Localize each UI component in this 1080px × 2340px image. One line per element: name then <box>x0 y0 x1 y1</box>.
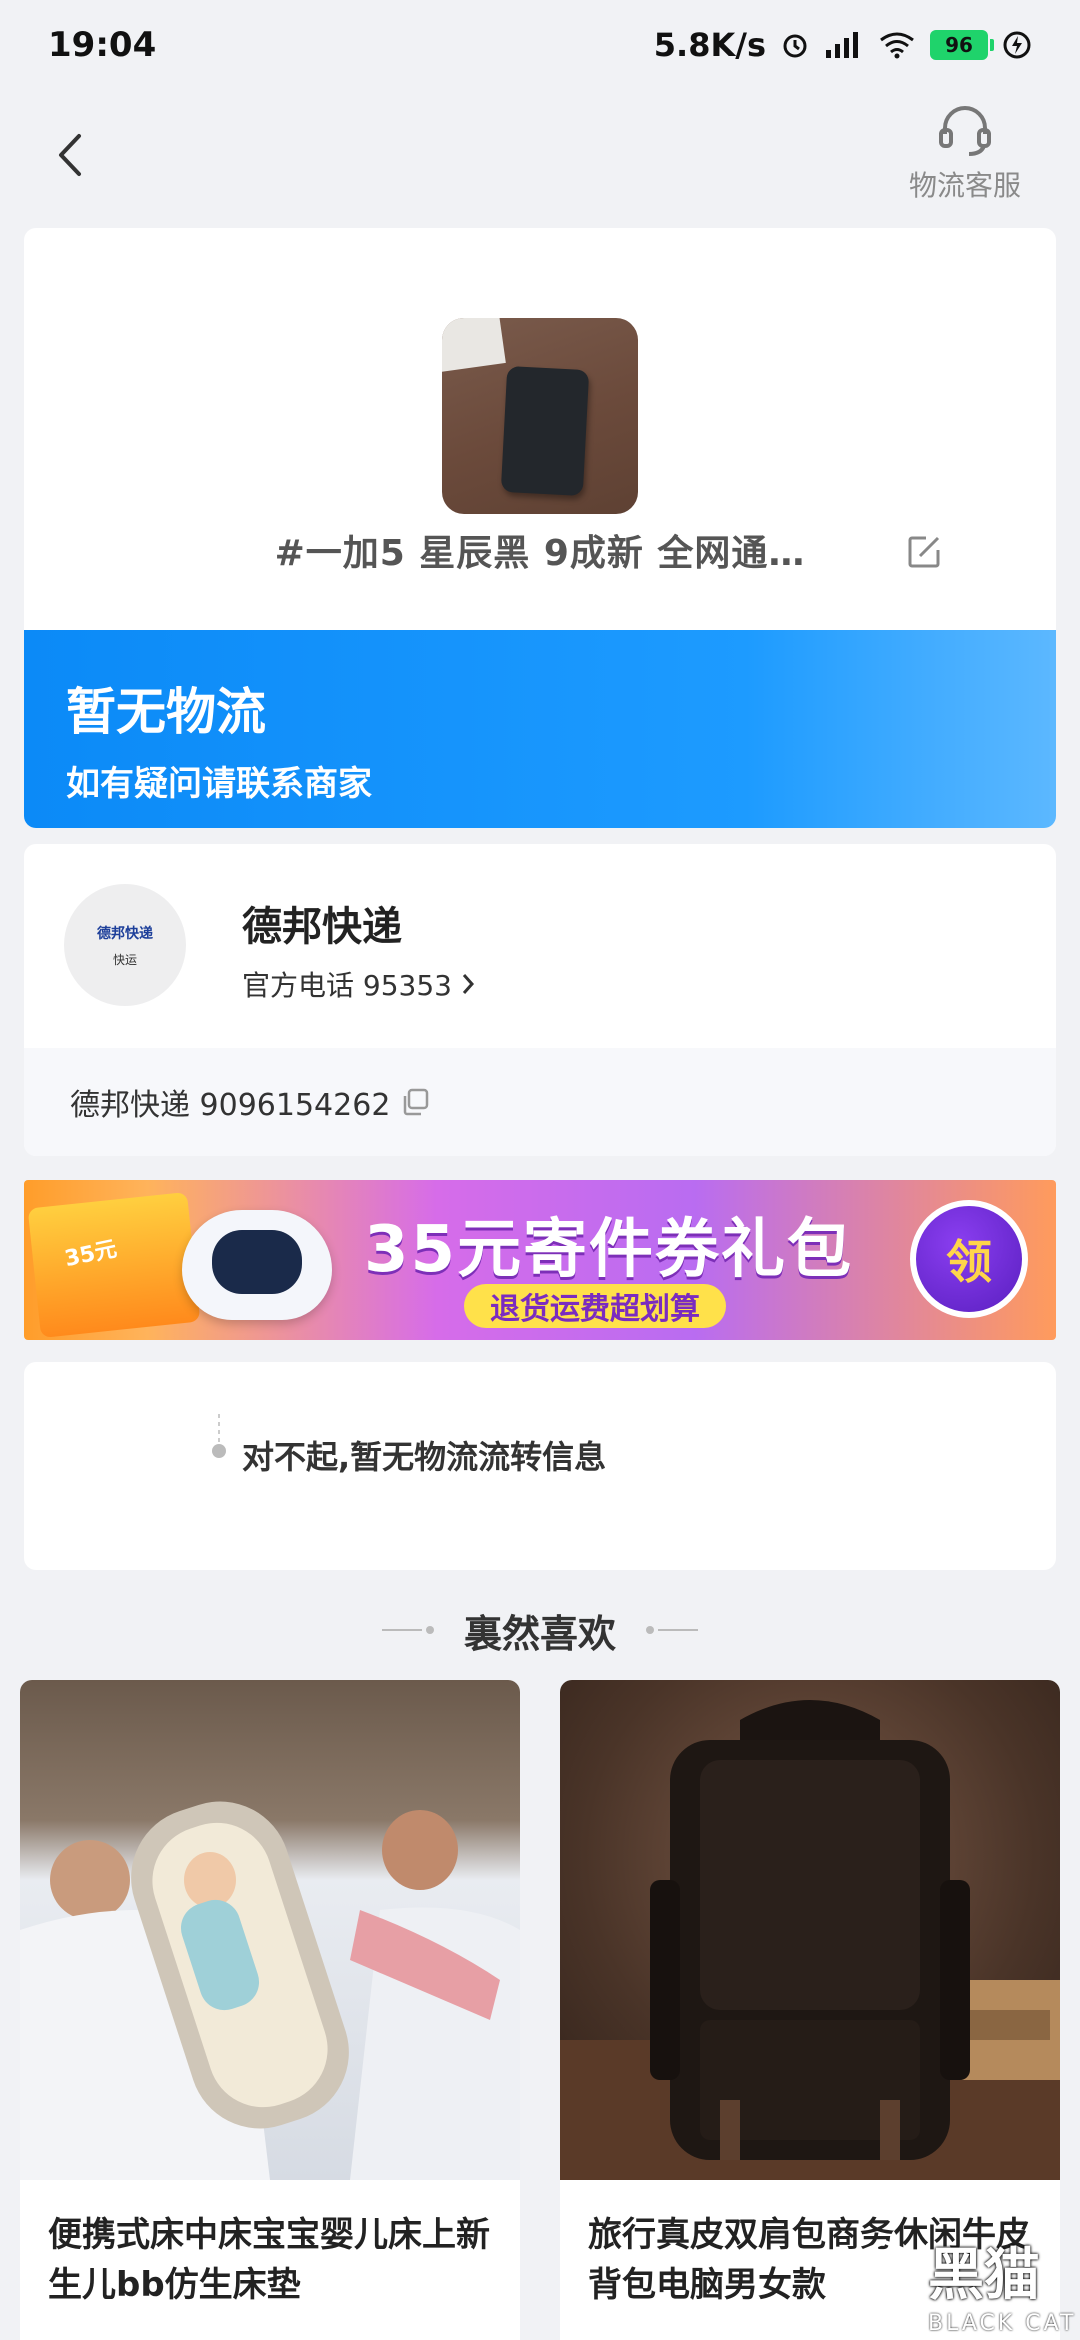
status-time: 19:04 <box>48 25 157 65</box>
signal-icon <box>826 32 858 58</box>
courier-card: 德邦快递 快运 德邦快递 官方电话 95353 德邦快递 9096154262 <box>24 844 1056 1156</box>
chevron-left-icon <box>59 134 81 176</box>
gift-box-graphic <box>27 1191 201 1339</box>
heading-decoration-left <box>381 1626 438 1634</box>
product-image <box>20 1680 520 2180</box>
product-title: 便携式床中床宝宝婴儿床上新生儿bb仿生床垫 <box>48 2215 490 2305</box>
thumb-phone <box>500 365 590 497</box>
courier-phone-label: 官方电话 95353 <box>242 969 452 1002</box>
recommend-title: 裏然喜欢 <box>463 1611 616 1656</box>
promo-title: 35元寄件券礼包 <box>364 1213 854 1287</box>
status-icons: 5.8K/s 96 <box>654 26 1032 64</box>
headset-icon <box>939 106 991 156</box>
robot-face <box>212 1230 302 1294</box>
heading-decoration-right <box>642 1626 698 1634</box>
courier-phone-link[interactable]: 官方电话 95353 <box>242 964 476 1004</box>
claim-button[interactable]: 领 <box>910 1200 1028 1318</box>
edit-icon[interactable] <box>904 532 944 572</box>
recommend-product-card[interactable]: 便携式床中床宝宝婴儿床上新生儿bb仿生床垫 <box>20 1680 520 2340</box>
wifi-icon <box>880 32 914 59</box>
timeline-dot <box>212 1444 226 1458</box>
watermark-text-block: 黑猫 BLACK CAT <box>928 2230 1076 2336</box>
watermark-sub: BLACK CAT <box>928 2311 1077 2336</box>
tracking-number-row: 德邦快递 9096154262 <box>24 1048 1056 1156</box>
logo-sub: 快运 <box>112 952 137 967</box>
product-thumbnail[interactable] <box>442 318 638 514</box>
courier-logo: 德邦快递 快运 <box>64 884 186 1006</box>
status-title: 暂无物流 <box>66 683 266 741</box>
courier-name: 德邦快递 <box>242 904 402 950</box>
back-button[interactable] <box>40 120 100 190</box>
baby-bed-illustration <box>20 1801 520 2180</box>
logo-brand: 德邦快递 <box>97 925 153 942</box>
status-subtitle: 如有疑问请联系商家 <box>66 764 372 804</box>
promo-banner[interactable]: 35元 35元寄件券礼包 退货运费超划算 领 <box>24 1180 1056 1340</box>
tracking-info-card: 对不起,暂无物流流转信息 <box>24 1362 1056 1570</box>
tracking-number: 德邦快递 9096154262 <box>70 1088 391 1123</box>
logistics-status-banner: 暂无物流 如有疑问请联系商家 <box>24 630 1056 828</box>
product-name: #一加5 星辰黑 9成新 全网通… <box>274 533 806 574</box>
copy-icon[interactable] <box>400 1087 430 1117</box>
watermark-text: 黑猫 <box>928 2243 1040 2308</box>
header: 物流客服 <box>0 90 1080 220</box>
promo-subtitle: 退货运费超划算 <box>464 1284 726 1328</box>
logistics-service-button[interactable]: 物流客服 <box>880 102 1050 212</box>
timeline-line <box>218 1414 220 1442</box>
empty-tracking-message: 对不起,暂无物流流转信息 <box>242 1438 607 1476</box>
thumb-paper <box>442 318 506 373</box>
charging-icon <box>1003 31 1031 59</box>
product-image <box>560 1680 1060 2180</box>
watermark: 黑猫 BLACK CAT <box>850 2226 1080 2340</box>
recommend-heading: 裏然喜欢 <box>0 1600 1080 1660</box>
service-label: 物流客服 <box>908 169 1021 202</box>
alarm-icon <box>783 34 807 58</box>
status-bar: 19:04 5.8K/s 96 <box>0 0 1080 90</box>
product-card: #一加5 星辰黑 9成新 全网通… 暂无物流 如有疑问请联系商家 <box>24 228 1056 828</box>
network-speed: 5.8K/s <box>653 26 766 64</box>
chevron-right-icon <box>462 974 474 994</box>
battery-indicator: 96 <box>930 30 994 60</box>
backpack-illustration <box>560 1700 1060 2180</box>
cat-shield-icon <box>854 2239 916 2327</box>
